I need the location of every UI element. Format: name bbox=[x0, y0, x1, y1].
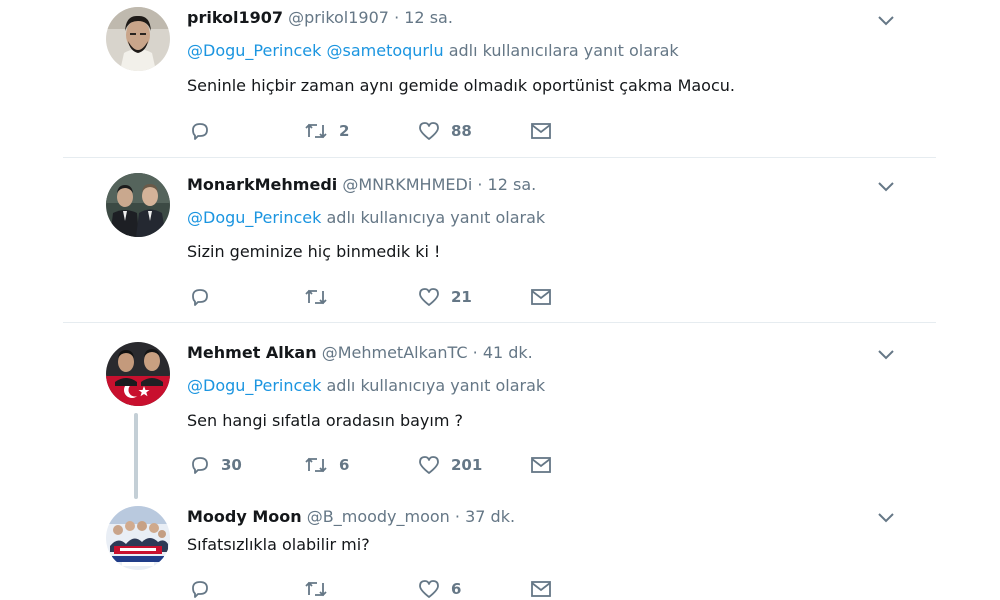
timestamp[interactable]: 12 sa. bbox=[404, 8, 453, 27]
tweet[interactable]: Moody Moon @B_moody_moon · 37 dk. Sıfats… bbox=[0, 493, 1000, 600]
envelope-icon bbox=[531, 581, 551, 597]
direct-message-button[interactable] bbox=[529, 119, 553, 143]
user-name[interactable]: Mehmet Alkan bbox=[187, 343, 317, 362]
like-count: 201 bbox=[451, 456, 483, 474]
retweet-button[interactable]: 2 bbox=[303, 119, 349, 143]
tweet-text: Sen hangi sıfatla oradasın bayım ? bbox=[187, 411, 464, 430]
chevron-down-icon bbox=[878, 16, 894, 26]
heart-icon bbox=[419, 580, 439, 598]
mention-link[interactable]: @Dogu_Perincek bbox=[187, 208, 321, 227]
reply-suffix: adlı kullanıcılara yanıt olarak bbox=[448, 41, 679, 60]
mention-link[interactable]: @Dogu_Perincek bbox=[187, 376, 321, 395]
separator-dot: · bbox=[477, 175, 483, 194]
tweet-header: Moody Moon @B_moody_moon · 37 dk. bbox=[187, 507, 515, 527]
like-button[interactable]: 88 bbox=[417, 119, 472, 143]
tweet-text: Sizin geminize hiç binmedik ki ! bbox=[187, 242, 441, 261]
retweet-icon bbox=[305, 457, 327, 473]
direct-message-button[interactable] bbox=[529, 453, 553, 477]
user-handle[interactable]: @B_moody_moon bbox=[307, 507, 450, 526]
direct-message-button[interactable] bbox=[529, 577, 553, 600]
more-options-button[interactable] bbox=[876, 180, 896, 194]
retweet-icon bbox=[305, 123, 327, 139]
reply-suffix: adlı kullanıcıya yanıt olarak bbox=[326, 376, 546, 395]
like-button[interactable]: 201 bbox=[417, 453, 482, 477]
separator-dot: · bbox=[394, 8, 400, 27]
reply-context: @Dogu_Perincek adlı kullanıcıya yanıt ol… bbox=[187, 376, 545, 396]
reply-icon bbox=[192, 123, 208, 140]
reply-button[interactable] bbox=[189, 119, 221, 143]
reply-count: 30 bbox=[221, 456, 242, 474]
tweet-header: MonarkMehmedi @MNRKMHMEDi · 12 sa. bbox=[187, 175, 536, 195]
reply-context: @Dogu_Perincek @sametoqurlu adlı kullanı… bbox=[187, 41, 679, 61]
tweet-actions: 6 bbox=[187, 577, 587, 600]
retweet-count: 2 bbox=[339, 122, 350, 140]
user-name[interactable]: Moody Moon bbox=[187, 507, 302, 526]
mention-link[interactable]: @Dogu_Perincek bbox=[187, 41, 321, 60]
retweet-count: 6 bbox=[339, 456, 350, 474]
envelope-icon bbox=[531, 123, 551, 139]
reply-icon bbox=[192, 457, 208, 474]
retweet-button[interactable]: 6 bbox=[303, 453, 349, 477]
user-name[interactable]: prikol1907 bbox=[187, 8, 283, 27]
tweet-text: Sıfatsızlıkla olabilir mi? bbox=[187, 535, 370, 554]
user-name[interactable]: MonarkMehmedi bbox=[187, 175, 337, 194]
timestamp[interactable]: 37 dk. bbox=[465, 507, 515, 526]
tweet-actions: 21 bbox=[187, 285, 587, 309]
reply-icon bbox=[192, 289, 208, 306]
avatar[interactable] bbox=[106, 506, 170, 570]
tweet-header: prikol1907 @prikol1907 · 12 sa. bbox=[187, 8, 453, 28]
timestamp[interactable]: 41 dk. bbox=[483, 343, 533, 362]
retweet-icon bbox=[305, 581, 327, 597]
heart-icon bbox=[419, 456, 439, 474]
reply-button[interactable] bbox=[189, 577, 221, 600]
user-handle[interactable]: @MehmetAlkanTC bbox=[322, 343, 468, 362]
chevron-down-icon bbox=[878, 350, 894, 360]
user-handle[interactable]: @prikol1907 bbox=[288, 8, 389, 27]
reply-context: @Dogu_Perincek adlı kullanıcıya yanıt ol… bbox=[187, 208, 545, 228]
more-options-button[interactable] bbox=[876, 511, 896, 525]
avatar[interactable] bbox=[106, 173, 170, 237]
like-button[interactable]: 6 bbox=[417, 577, 461, 600]
chevron-down-icon bbox=[878, 182, 894, 192]
tweet-text: Seninle hiçbir zaman aynı gemide olmadık… bbox=[187, 76, 735, 95]
like-button[interactable]: 21 bbox=[417, 285, 472, 309]
timestamp[interactable]: 12 sa. bbox=[488, 175, 537, 194]
heart-icon bbox=[419, 288, 439, 306]
avatar[interactable] bbox=[106, 7, 170, 71]
tweet[interactable]: Mehmet Alkan @MehmetAlkanTC · 41 dk. @Do… bbox=[0, 323, 1000, 493]
user-handle[interactable]: @MNRKMHMEDi bbox=[342, 175, 472, 194]
retweet-button[interactable] bbox=[303, 577, 339, 600]
tweet-header: Mehmet Alkan @MehmetAlkanTC · 41 dk. bbox=[187, 343, 533, 363]
direct-message-button[interactable] bbox=[529, 285, 553, 309]
more-options-button[interactable] bbox=[876, 14, 896, 28]
more-options-button[interactable] bbox=[876, 348, 896, 362]
reply-button[interactable]: 30 bbox=[189, 453, 242, 477]
tweet[interactable]: prikol1907 @prikol1907 · 12 sa. @Dogu_Pe… bbox=[0, 0, 1000, 157]
mention-link[interactable]: @sametoqurlu bbox=[327, 41, 444, 60]
chevron-down-icon bbox=[878, 513, 894, 523]
avatar[interactable] bbox=[106, 342, 170, 406]
separator-dot: · bbox=[454, 507, 461, 526]
envelope-icon bbox=[531, 289, 551, 305]
like-count: 21 bbox=[451, 288, 472, 306]
heart-icon bbox=[419, 122, 439, 140]
separator-dot: · bbox=[472, 343, 478, 362]
like-count: 88 bbox=[451, 122, 472, 140]
tweet[interactable]: MonarkMehmedi @MNRKMHMEDi · 12 sa. @Dogu… bbox=[0, 158, 1000, 322]
retweet-button[interactable] bbox=[303, 285, 339, 309]
envelope-icon bbox=[531, 457, 551, 473]
reply-button[interactable] bbox=[189, 285, 221, 309]
reply-suffix: adlı kullanıcıya yanıt olarak bbox=[326, 208, 546, 227]
like-count: 6 bbox=[451, 580, 462, 598]
tweet-actions: 30 6 201 bbox=[187, 453, 587, 477]
tweet-actions: 2 88 bbox=[187, 119, 587, 143]
retweet-icon bbox=[305, 289, 327, 305]
reply-icon bbox=[192, 581, 208, 598]
tweet-feed: prikol1907 @prikol1907 · 12 sa. @Dogu_Pe… bbox=[0, 0, 1000, 600]
